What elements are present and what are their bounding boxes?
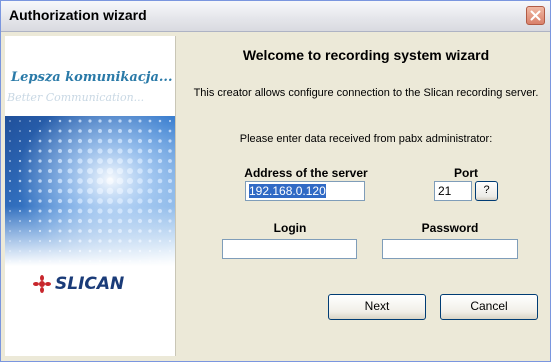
close-button[interactable] <box>526 6 545 25</box>
server-address-label: Address of the server <box>244 166 368 180</box>
banner-slogan-english: Better Communication... <box>7 91 145 104</box>
cancel-button[interactable]: Cancel <box>440 294 538 320</box>
wizard-banner: Lepsza komunikacja... Better Communicati… <box>5 36 176 356</box>
server-address-value: 192.168.0.120 <box>249 184 326 198</box>
banner-graphic <box>5 116 175 266</box>
wizard-prompt: Please enter data received from pabx adm… <box>239 133 493 145</box>
window-title: Authorization wizard <box>9 7 147 23</box>
close-icon <box>530 10 541 21</box>
password-label: Password <box>421 221 479 235</box>
wizard-description: This creator allows configure connection… <box>193 87 539 99</box>
next-button[interactable]: Next <box>328 294 426 320</box>
password-field[interactable] <box>382 239 518 259</box>
slican-logo: SLICAN <box>33 274 124 294</box>
logo-text: SLICAN <box>55 274 125 294</box>
slican-star-icon <box>33 275 51 293</box>
login-label: Login <box>273 221 307 235</box>
server-address-field[interactable]: 192.168.0.120 <box>245 181 365 201</box>
authorization-wizard-window: Authorization wizard Lepsza komunikacja.… <box>0 0 551 362</box>
wizard-body: Lepsza komunikacja... Better Communicati… <box>1 32 550 361</box>
port-help-button[interactable]: ? <box>475 181 498 201</box>
port-label: Port <box>454 166 478 180</box>
title-bar[interactable]: Authorization wizard <box>1 1 550 32</box>
login-field[interactable] <box>222 239 357 259</box>
banner-slogan: Lepsza komunikacja... <box>11 70 173 85</box>
port-field[interactable]: 21 <box>434 181 472 201</box>
wizard-heading: Welcome to recording system wizard <box>242 47 490 63</box>
